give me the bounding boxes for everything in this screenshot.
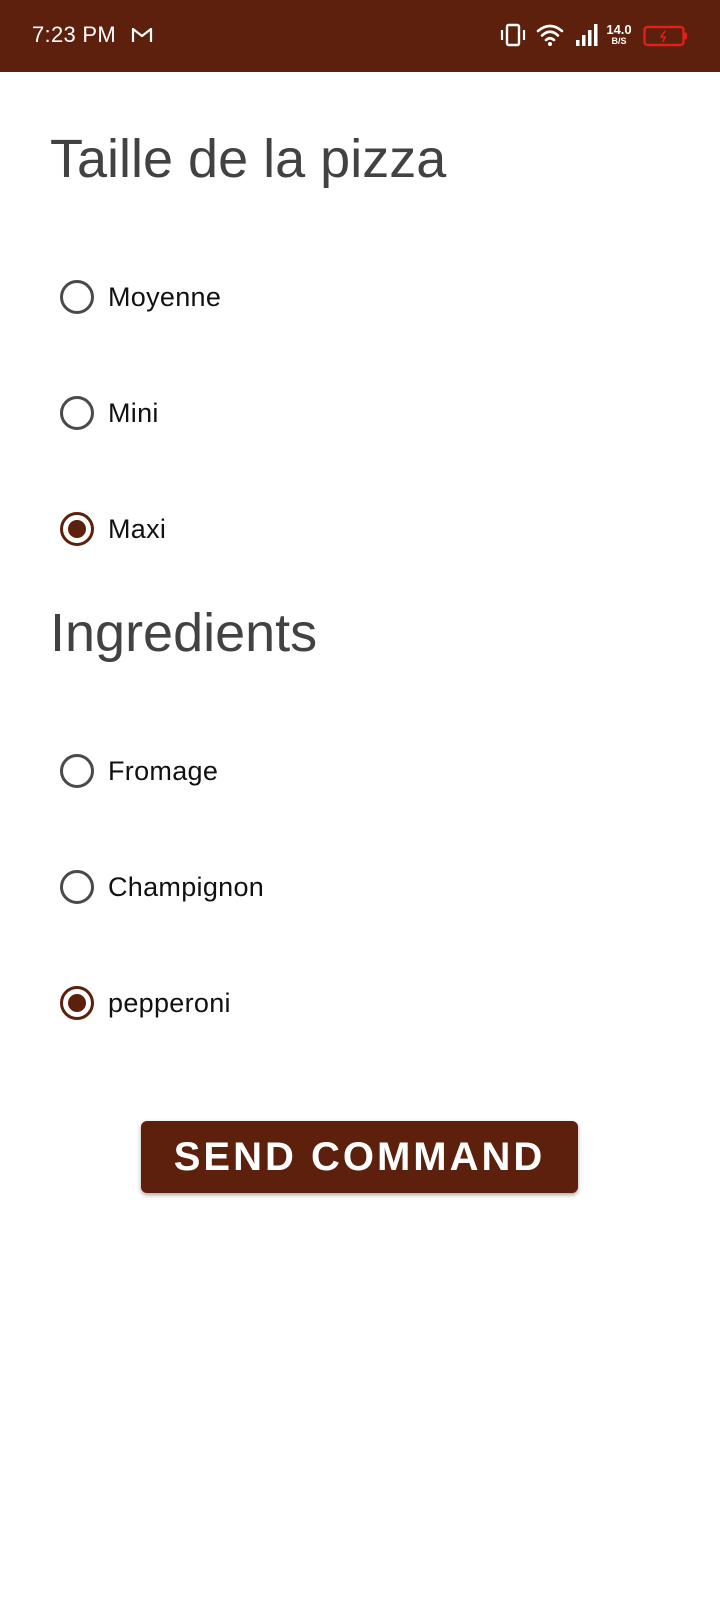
wifi-icon <box>536 24 564 46</box>
radio-ingredient-champignon[interactable]: Champignon <box>60 865 264 909</box>
radio-label: Fromage <box>108 755 219 786</box>
signal-icon <box>576 24 598 46</box>
network-speed-value: 14.0 <box>606 22 632 37</box>
vibrate-icon <box>500 23 526 47</box>
radio-label: Maxi <box>108 513 167 544</box>
status-time: 7:23 PM <box>32 22 117 47</box>
send-command-button[interactable]: SEND COMMAND <box>141 1121 578 1193</box>
radio-label: Champignon <box>108 871 265 902</box>
radio-button[interactable] <box>60 754 94 788</box>
radio-ingredient-pepperoni[interactable]: pepperoni <box>60 981 231 1025</box>
radio-button[interactable] <box>60 280 94 314</box>
radio-label: pepperoni <box>108 987 231 1018</box>
network-speed: 14.0 B/S <box>604 23 634 46</box>
network-speed-unit: B/S <box>611 36 627 46</box>
radio-size-mini[interactable]: Mini <box>60 391 159 435</box>
status-bar: 7:23 PM 14.0 B/S <box>0 0 720 72</box>
radio-size-moyenne[interactable]: Moyenne <box>60 275 221 319</box>
radio-button[interactable] <box>60 396 94 430</box>
radio-size-maxi[interactable]: Maxi <box>60 507 166 551</box>
radio-button-selected[interactable] <box>60 512 94 546</box>
radio-label: Mini <box>108 397 159 428</box>
radio-button[interactable] <box>60 870 94 904</box>
gmail-icon <box>131 27 153 42</box>
battery-icon <box>643 25 687 47</box>
ingredients-title: Ingredients <box>50 603 318 663</box>
radio-ingredient-fromage[interactable]: Fromage <box>60 749 218 793</box>
pizza-size-title: Taille de la pizza <box>50 129 447 189</box>
radio-button-selected[interactable] <box>60 986 94 1020</box>
radio-label: Moyenne <box>108 281 222 312</box>
